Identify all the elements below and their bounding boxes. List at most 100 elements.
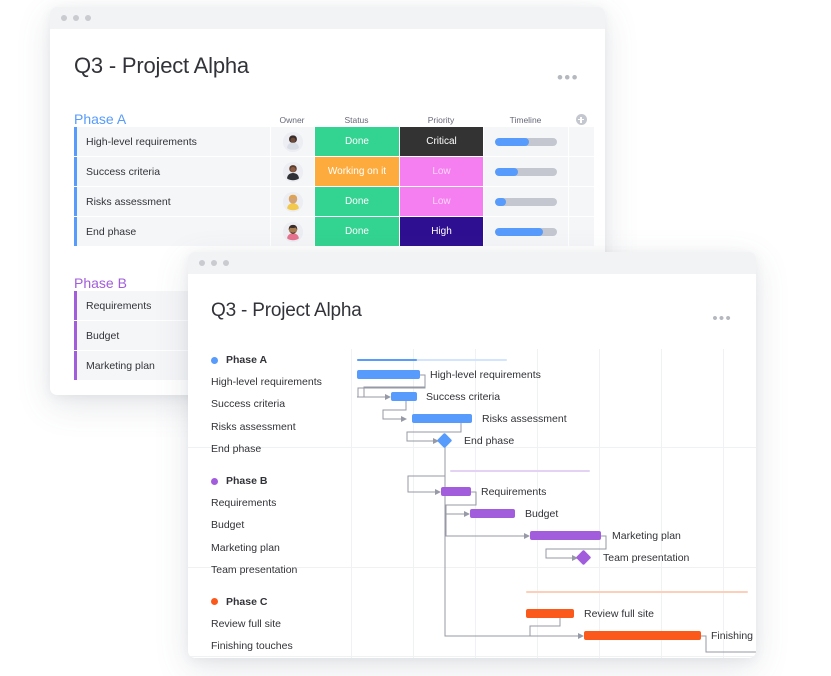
gantt-task-row[interactable]: Team presentation — [211, 559, 351, 581]
group-title-phase-a[interactable]: Phase A — [74, 111, 270, 127]
gantt-task-label: Requirements — [211, 497, 277, 510]
timeline-progress-bar — [495, 227, 557, 236]
gantt-task-row[interactable]: Success criteria — [211, 393, 351, 415]
status-badge: Done — [315, 217, 399, 246]
column-header-status[interactable]: Status — [314, 115, 399, 127]
cell-status[interactable]: Working on it — [314, 157, 399, 186]
cell-priority[interactable]: High — [399, 217, 483, 246]
board-page-title: Q3 - Project Alpha — [74, 53, 249, 78]
gantt-bar-risks-assessment[interactable] — [412, 414, 472, 423]
gantt-bar-label: Success criteria — [426, 391, 501, 403]
gantt-milestone-team-presentation[interactable] — [575, 549, 592, 566]
gantt-phase-label: Phase C — [226, 595, 268, 608]
gantt-page-title: Q3 - Project Alpha — [211, 300, 362, 321]
gantt-task-row[interactable]: High-level requirements — [211, 371, 351, 393]
plus-circle-icon — [575, 114, 587, 125]
avatar — [282, 131, 303, 152]
board-column-headers: Phase A Owner Status Priority Timeline — [50, 105, 605, 127]
traffic-light-minimize-icon[interactable] — [73, 15, 79, 21]
status-badge: Done — [315, 187, 399, 216]
gantt-task-row[interactable]: Budget — [211, 514, 351, 536]
gantt-task-label: Success criteria — [211, 398, 286, 411]
gantt-gridline — [723, 349, 724, 658]
table-row[interactable]: High-level requirements Done Critical — [74, 127, 605, 157]
table-row[interactable]: End phase Done High — [74, 217, 605, 247]
traffic-light-close-icon[interactable] — [61, 15, 67, 21]
column-header-owner[interactable]: Owner — [270, 115, 314, 127]
cell-status[interactable]: Done — [314, 187, 399, 216]
add-column-button[interactable] — [568, 114, 594, 127]
gantt-task-row[interactable]: Marketing plan — [211, 537, 351, 559]
gantt-task-row[interactable]: Finishing touches — [211, 635, 351, 657]
column-header-priority[interactable]: Priority — [399, 115, 483, 127]
row-title[interactable]: High-level requirements — [74, 127, 270, 156]
cell-timeline[interactable] — [483, 127, 568, 156]
board-rows-phase-a: High-level requirements Done Critical Su… — [50, 127, 605, 247]
avatar — [282, 191, 303, 212]
gantt-task-row[interactable]: Risks assessment — [211, 416, 351, 438]
cell-status[interactable]: Done — [314, 217, 399, 246]
gantt-bar-label: Review full site — [584, 608, 655, 620]
traffic-light-close-icon[interactable] — [199, 260, 205, 266]
gantt-bar-budget[interactable] — [470, 509, 515, 518]
phase-bullet-icon — [211, 598, 218, 606]
cell-owner[interactable] — [270, 157, 314, 186]
gantt-phase-row-c[interactable]: Phase C — [211, 591, 351, 613]
board-more-options-button[interactable]: ••• — [557, 69, 579, 86]
gantt-phase-row-a[interactable]: Phase A — [211, 349, 351, 371]
gantt-milestone-end-phase[interactable] — [436, 432, 453, 449]
traffic-light-maximize-icon[interactable] — [223, 260, 229, 266]
cell-owner[interactable] — [270, 217, 314, 246]
priority-badge: Critical — [400, 127, 483, 156]
cell-spacer — [568, 127, 594, 156]
gantt-bar-requirements[interactable] — [441, 487, 471, 496]
timeline-progress-bar — [495, 137, 557, 146]
column-header-timeline[interactable]: Timeline — [483, 115, 568, 127]
cell-spacer — [568, 187, 594, 216]
priority-badge: Low — [400, 157, 483, 186]
cell-priority[interactable]: Low — [399, 187, 483, 216]
cell-owner[interactable] — [270, 187, 314, 216]
gantt-bar-finishing-touches[interactable] — [584, 631, 701, 640]
cell-priority[interactable]: Critical — [399, 127, 483, 156]
gantt-bar-review-full-site[interactable] — [526, 609, 574, 618]
gantt-bar-marketing-plan[interactable] — [530, 531, 601, 540]
table-row[interactable]: Risks assessment Done Low — [74, 187, 605, 217]
board-group-phase-a: Phase A Owner Status Priority Timeline H… — [50, 105, 605, 247]
gantt-task-row[interactable]: Requirements — [211, 492, 351, 514]
gantt-titlebar — [188, 252, 756, 274]
cell-spacer — [568, 217, 594, 246]
status-badge: Working on it — [315, 157, 399, 186]
traffic-light-minimize-icon[interactable] — [211, 260, 217, 266]
gantt-more-options-button[interactable]: ••• — [712, 311, 732, 326]
gantt-task-label: Team presentation — [211, 563, 298, 576]
cell-timeline[interactable] — [483, 157, 568, 186]
cell-timeline[interactable] — [483, 187, 568, 216]
phase-bullet-icon — [211, 477, 218, 485]
gantt-body: Q3 - Project Alpha ••• Phase A High-leve… — [188, 274, 756, 658]
gantt-task-label: Budget — [211, 519, 245, 532]
gantt-bar-high-level-requirements[interactable] — [357, 370, 420, 379]
gantt-bar-label: Team presentation — [603, 552, 690, 564]
gantt-task-row[interactable]: End phase — [211, 438, 351, 460]
row-title[interactable]: Success criteria — [74, 157, 270, 186]
cell-priority[interactable]: Low — [399, 157, 483, 186]
gantt-bar-label: Marketing plan — [612, 530, 681, 542]
cell-spacer — [568, 157, 594, 186]
canvas: Q3 - Project Alpha ••• Phase A Owner Sta… — [0, 0, 831, 676]
gantt-task-row[interactable]: Review full site — [211, 613, 351, 635]
cell-owner[interactable] — [270, 127, 314, 156]
gantt-bar-label: High-level requirements — [430, 369, 541, 381]
row-title[interactable]: Risks assessment — [74, 187, 270, 216]
gantt-bar-success-criteria[interactable] — [391, 392, 417, 401]
row-title[interactable]: End phase — [74, 217, 270, 246]
cell-timeline[interactable] — [483, 217, 568, 246]
traffic-light-maximize-icon[interactable] — [85, 15, 91, 21]
gantt-phase-label: Phase A — [226, 354, 268, 367]
gantt-task-label: Finishing touches — [211, 640, 293, 653]
gantt-phase-row-b[interactable]: Phase B — [211, 470, 351, 492]
gantt-summary-bar-phase-b — [450, 470, 590, 472]
timeline-progress-bar — [495, 197, 557, 206]
table-row[interactable]: Success criteria Working on it Low — [74, 157, 605, 187]
cell-status[interactable]: Done — [314, 127, 399, 156]
